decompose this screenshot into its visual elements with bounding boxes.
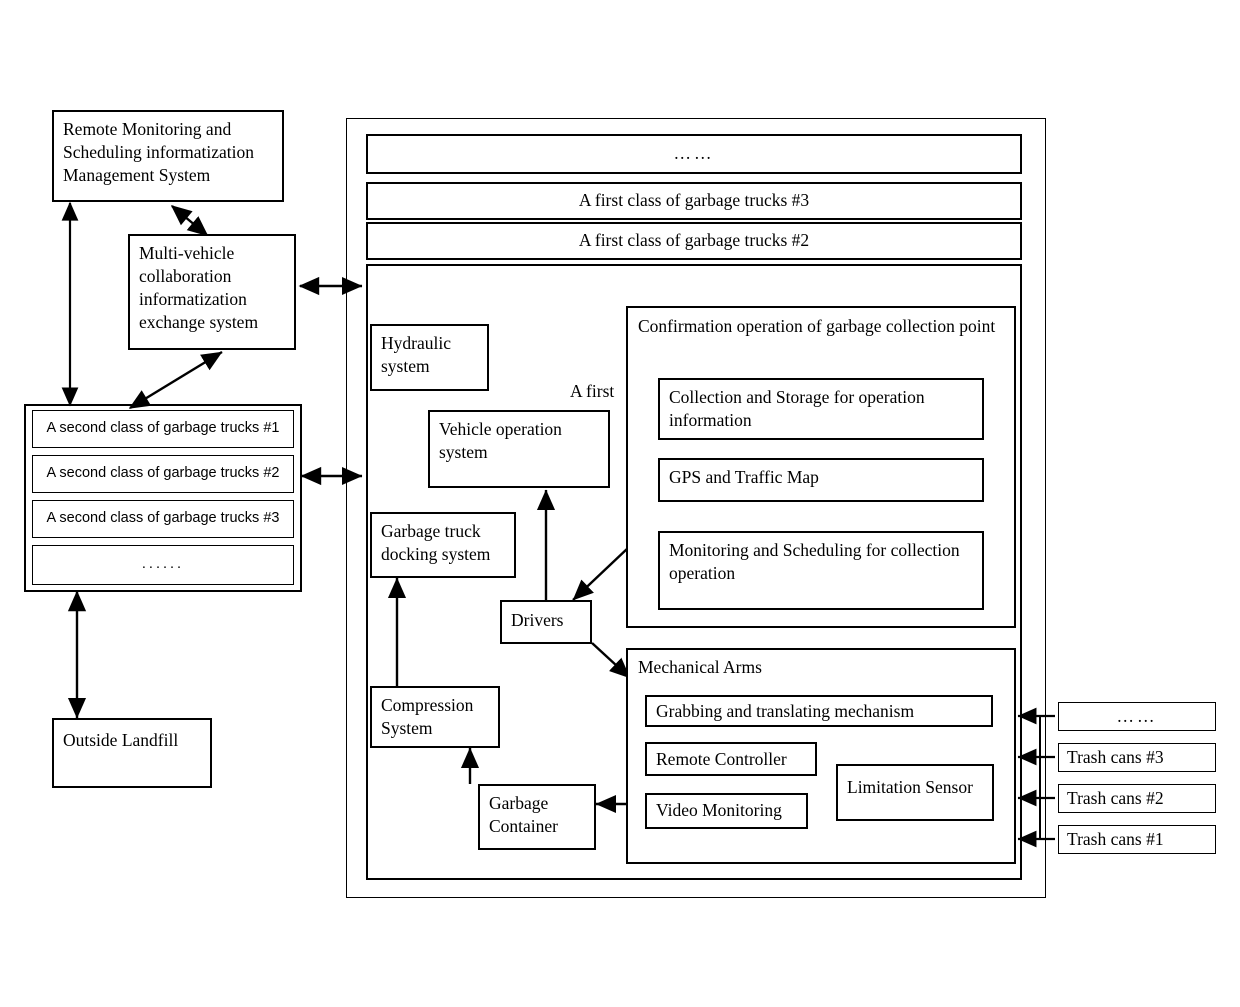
first-class-truck-label-1: A first class of garbage trucks #3 [578, 190, 810, 211]
trash-can-label-2: Trash cans #2 [1067, 788, 1164, 808]
grabbing-mechanism-label: Grabbing and translating mechanism [656, 701, 915, 721]
second-class-truck-row-1[interactable]: A second class of garbage trucks #2 [32, 455, 294, 493]
drivers-box[interactable]: Drivers [500, 600, 592, 644]
garbage-truck-docking-system-box[interactable]: Garbage truck docking system [370, 512, 516, 578]
garbage-container-label: Garbage Container [489, 793, 559, 837]
video-monitoring-box[interactable]: Video Monitoring [645, 793, 808, 829]
limitation-sensor-label: Limitation Sensor [847, 777, 973, 797]
docking-system-label: Garbage truck docking system [381, 521, 491, 565]
drivers-label: Drivers [511, 610, 564, 630]
multi-vehicle-exchange-system-box[interactable]: Multi-vehicle collaboration informatizat… [128, 234, 296, 350]
vehicle-operation-system-box[interactable]: Vehicle operation system [428, 410, 610, 488]
remote-word-scheduling: Scheduling [63, 142, 142, 163]
vehicle-operation-label: Vehicle operation system [439, 419, 562, 463]
remote-system-line-3: Management System [63, 165, 211, 186]
second-class-truck-row-0[interactable]: A second class of garbage trucks #1 [32, 410, 294, 448]
trash-can-label-1: Trash cans #3 [1067, 747, 1164, 767]
second-class-truck-row-3[interactable]: ...... [32, 545, 294, 585]
garbage-container-box[interactable]: Garbage Container [478, 784, 596, 850]
arrow-multivehicle-to-trucks [128, 350, 223, 410]
second-class-truck-label-0: A second class of garbage trucks #1 [46, 420, 280, 437]
first-class-truck-label-2: A first class of garbage trucks #2 [578, 230, 810, 251]
remote-controller-label: Remote Controller [656, 749, 787, 769]
first-class-truck-label-0: …… [673, 143, 715, 164]
remote-word-monitoring: Monitoring [121, 119, 202, 139]
a-first-floating-label: A first [570, 381, 614, 402]
collection-storage-box[interactable]: Collection and Storage for operation inf… [658, 378, 984, 440]
trash-can-label-3: Trash cans #1 [1067, 829, 1164, 849]
confirmation-group-heading: Confirmation operation of garbage collec… [638, 316, 996, 336]
monitoring-scheduling-box[interactable]: Monitoring and Scheduling for collection… [658, 531, 984, 610]
gps-traffic-map-label: GPS and Traffic Map [669, 467, 819, 487]
trash-can-row-3[interactable]: Trash cans #1 [1058, 825, 1216, 854]
second-class-truck-label-2: A second class of garbage trucks #3 [46, 510, 280, 527]
second-class-truck-label-3: ...... [141, 556, 185, 573]
compression-system-box[interactable]: Compression System [370, 686, 500, 748]
remote-word-informatization: informatization [146, 142, 255, 163]
monitoring-scheduling-label: Monitoring and Scheduling for collection… [669, 540, 960, 584]
grabbing-translating-mechanism-box[interactable]: Grabbing and translating mechanism [645, 695, 993, 727]
trash-can-label-0: …… [1116, 705, 1158, 726]
remote-system-line-2: Scheduling informatization [63, 141, 273, 164]
hydraulic-system-label: Hydraulic system [381, 333, 451, 377]
diagram-canvas: Remote Monitoring and Scheduling informa… [0, 0, 1240, 1007]
first-class-truck-row-2[interactable]: A first class of garbage trucks #2 [366, 222, 1022, 260]
compression-system-label: Compression System [381, 695, 474, 739]
gps-traffic-map-box[interactable]: GPS and Traffic Map [658, 458, 984, 502]
remote-word-and: and [205, 119, 232, 139]
outside-landfill-label: Outside Landfill [63, 730, 179, 750]
remote-monitoring-system-box[interactable]: Remote Monitoring and Scheduling informa… [52, 110, 284, 202]
second-class-truck-row-2[interactable]: A second class of garbage trucks #3 [32, 500, 294, 538]
mechanical-arms-heading: Mechanical Arms [638, 657, 762, 677]
first-class-truck-row-0[interactable]: …… [366, 134, 1022, 174]
arrow-remote-to-multivehicle [170, 205, 209, 237]
trash-can-row-0[interactable]: …… [1058, 702, 1216, 731]
collection-storage-label: Collection and Storage for operation inf… [669, 387, 925, 431]
hydraulic-system-box[interactable]: Hydraulic system [370, 324, 489, 391]
multi-vehicle-label: Multi-vehicle collaboration informatizat… [139, 243, 259, 333]
remote-controller-box[interactable]: Remote Controller [645, 742, 817, 776]
second-class-truck-label-1: A second class of garbage trucks #2 [46, 465, 280, 482]
outside-landfill-box[interactable]: Outside Landfill [52, 718, 212, 788]
limitation-sensor-box[interactable]: Limitation Sensor [836, 764, 994, 821]
remote-system-line-1: Remote Monitoring and [63, 118, 273, 141]
remote-word-remote: Remote [63, 119, 118, 139]
trash-can-row-2[interactable]: Trash cans #2 [1058, 784, 1216, 813]
trash-can-row-1[interactable]: Trash cans #3 [1058, 743, 1216, 772]
a-first-label-text: A first [570, 381, 615, 401]
first-class-truck-row-1[interactable]: A first class of garbage trucks #3 [366, 182, 1022, 220]
video-monitoring-label: Video Monitoring [656, 800, 782, 820]
